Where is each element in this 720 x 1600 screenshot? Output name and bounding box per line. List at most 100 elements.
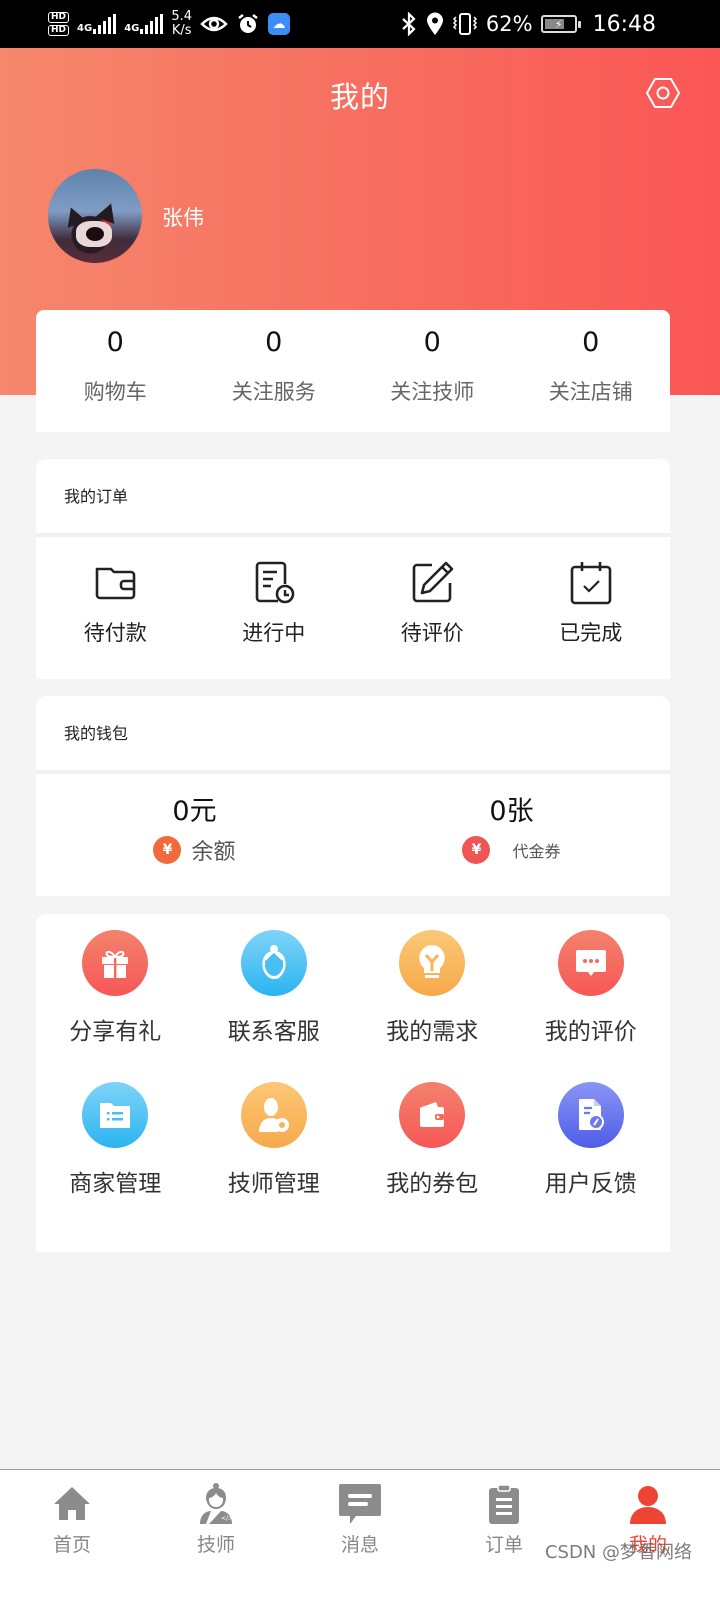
tool-contact-service[interactable]: 联系客服: [195, 914, 354, 1046]
section-title[interactable]: 我的订单: [36, 459, 670, 537]
network-type-1: 4G: [77, 23, 93, 34]
alarm-icon: [238, 14, 258, 33]
tool-label: 分享有礼: [69, 1019, 162, 1045]
section-title[interactable]: 我的钱包: [36, 696, 670, 774]
svg-text:</>: </>: [221, 1515, 233, 1522]
tool-label: 我的评价: [544, 1019, 637, 1045]
stat-followed-technicians[interactable]: 0 关注技师: [353, 310, 512, 432]
battery-charging-icon: ⚡: [540, 15, 581, 33]
wallet-balance[interactable]: 0元 ¥ 余额: [36, 774, 353, 866]
stat-label: 关注服务: [231, 380, 316, 404]
status-bar: HD HD 4G 4G 5.4 K/s ☁ 62% ⚡ 16:48: [0, 0, 720, 48]
balance-value: 0元: [172, 796, 217, 827]
order-pending-payment[interactable]: 待付款: [36, 537, 195, 647]
eye-icon: [200, 16, 228, 32]
edit-icon: [412, 561, 454, 603]
document-clock-icon: [255, 561, 295, 604]
bottom-tab-bar: 首页 </> 技师 消息 订单 我的: [0, 1469, 720, 1600]
speed-unit: K/s: [171, 23, 192, 38]
clock: 16:48: [592, 11, 656, 37]
signal-bars-icon: [140, 14, 164, 34]
tool-label: 联系客服: [227, 1019, 320, 1045]
speed-value: 5.4: [171, 9, 193, 24]
tab-label: 消息: [340, 1534, 379, 1556]
signal-sim1: 4G: [77, 14, 117, 34]
stat-label: 购物车: [83, 380, 147, 404]
stat-followed-services[interactable]: 0 关注服务: [195, 310, 354, 432]
order-label: 已完成: [559, 621, 623, 645]
comment-icon: [557, 930, 624, 996]
tool-technician-management[interactable]: 技师管理: [195, 1046, 354, 1198]
tab-label: 技师: [196, 1534, 235, 1556]
tool-share-gift[interactable]: 分享有礼: [36, 914, 195, 1046]
network-type-2: 4G: [124, 23, 140, 34]
wallet-coupons[interactable]: 0张 ¥ 代金券: [353, 774, 670, 866]
username[interactable]: 张伟: [162, 202, 204, 232]
stats-card: 0 购物车 0 关注服务 0 关注技师 0 关注店铺: [36, 310, 670, 432]
stat-value: 0: [265, 327, 283, 358]
balance-label: 余额: [191, 840, 236, 865]
customer-service-icon: [240, 930, 307, 996]
stat-value: 0: [106, 327, 124, 358]
cloud-app-icon: ☁: [268, 13, 291, 35]
tab-orders[interactable]: 订单: [432, 1470, 576, 1600]
order-label: 待评价: [400, 621, 464, 645]
order-completed[interactable]: 已完成: [512, 537, 671, 647]
folder-list-icon: [82, 1082, 149, 1148]
stat-value: 0: [582, 327, 600, 358]
yuan-bag-icon: ¥: [153, 836, 182, 864]
tool-label: 我的需求: [386, 1019, 479, 1045]
technician-icon: </>: [200, 1483, 233, 1524]
settings-hexagon-icon[interactable]: [646, 76, 680, 110]
order-in-progress[interactable]: 进行中: [195, 537, 354, 647]
tools-card: 分享有礼 联系客服 我的需求 我的评价 商家管理 技师管理 我的券包 用户反馈: [36, 914, 670, 1252]
my-wallet-card: 我的钱包 0元 ¥ 余额 0张 ¥ 代金券: [36, 696, 670, 896]
vibrate-icon: [452, 13, 477, 35]
tool-label: 我的券包: [386, 1171, 479, 1197]
battery-percent: 62%: [485, 12, 533, 36]
sim2-hd-badge: HD: [48, 25, 70, 36]
tool-user-feedback[interactable]: 用户反馈: [512, 1046, 671, 1198]
lightbulb-icon: [399, 930, 466, 996]
home-icon: [54, 1487, 90, 1520]
gift-icon: [82, 930, 149, 996]
bluetooth-icon: [402, 12, 416, 36]
sim-indicators: HD HD: [48, 12, 70, 36]
tab-technician[interactable]: </> 技师: [144, 1470, 288, 1600]
signal-sim2: 4G: [124, 14, 164, 34]
clipboard-icon: [489, 1484, 519, 1524]
tab-messages[interactable]: 消息: [288, 1470, 432, 1600]
calendar-check-icon: [570, 562, 612, 605]
watermark: CSDN @梦香网络: [544, 1542, 692, 1563]
tool-label: 技师管理: [227, 1171, 320, 1197]
wallet-icon: [95, 567, 136, 600]
sim1-hd-badge: HD: [48, 12, 70, 23]
stat-followed-stores[interactable]: 0 关注店铺: [512, 310, 671, 432]
order-label: 待付款: [83, 621, 147, 645]
user-icon: [630, 1486, 666, 1524]
signal-bars-icon: [93, 14, 117, 34]
network-speed: 5.4 K/s: [171, 10, 192, 38]
location-icon: [426, 12, 443, 35]
stat-value: 0: [423, 327, 441, 358]
tool-label: 用户反馈: [544, 1171, 637, 1197]
avatar[interactable]: [48, 169, 142, 263]
tool-my-requests[interactable]: 我的需求: [353, 914, 512, 1046]
page-title: 我的: [329, 80, 390, 114]
coupons-value: 0张: [489, 796, 534, 827]
order-pending-review[interactable]: 待评价: [353, 537, 512, 647]
tool-merchant-management[interactable]: 商家管理: [36, 1046, 195, 1198]
tool-label: 商家管理: [69, 1171, 162, 1197]
tool-my-reviews[interactable]: 我的评价: [512, 914, 671, 1046]
tool-my-coupons[interactable]: 我的券包: [353, 1046, 512, 1198]
stat-label: 关注店铺: [548, 380, 633, 404]
stat-label: 关注技师: [390, 380, 475, 404]
tab-mine[interactable]: 我的: [576, 1470, 720, 1600]
coupons-label: 代金券: [512, 842, 561, 861]
stat-cart[interactable]: 0 购物车: [36, 310, 195, 432]
tab-home[interactable]: 首页: [0, 1470, 144, 1600]
order-label: 进行中: [242, 621, 306, 645]
my-orders-card: 我的订单 待付款 进行中 待评价 已完成: [36, 459, 670, 679]
tab-label: 首页: [52, 1534, 91, 1556]
user-settings-icon: [240, 1082, 307, 1148]
